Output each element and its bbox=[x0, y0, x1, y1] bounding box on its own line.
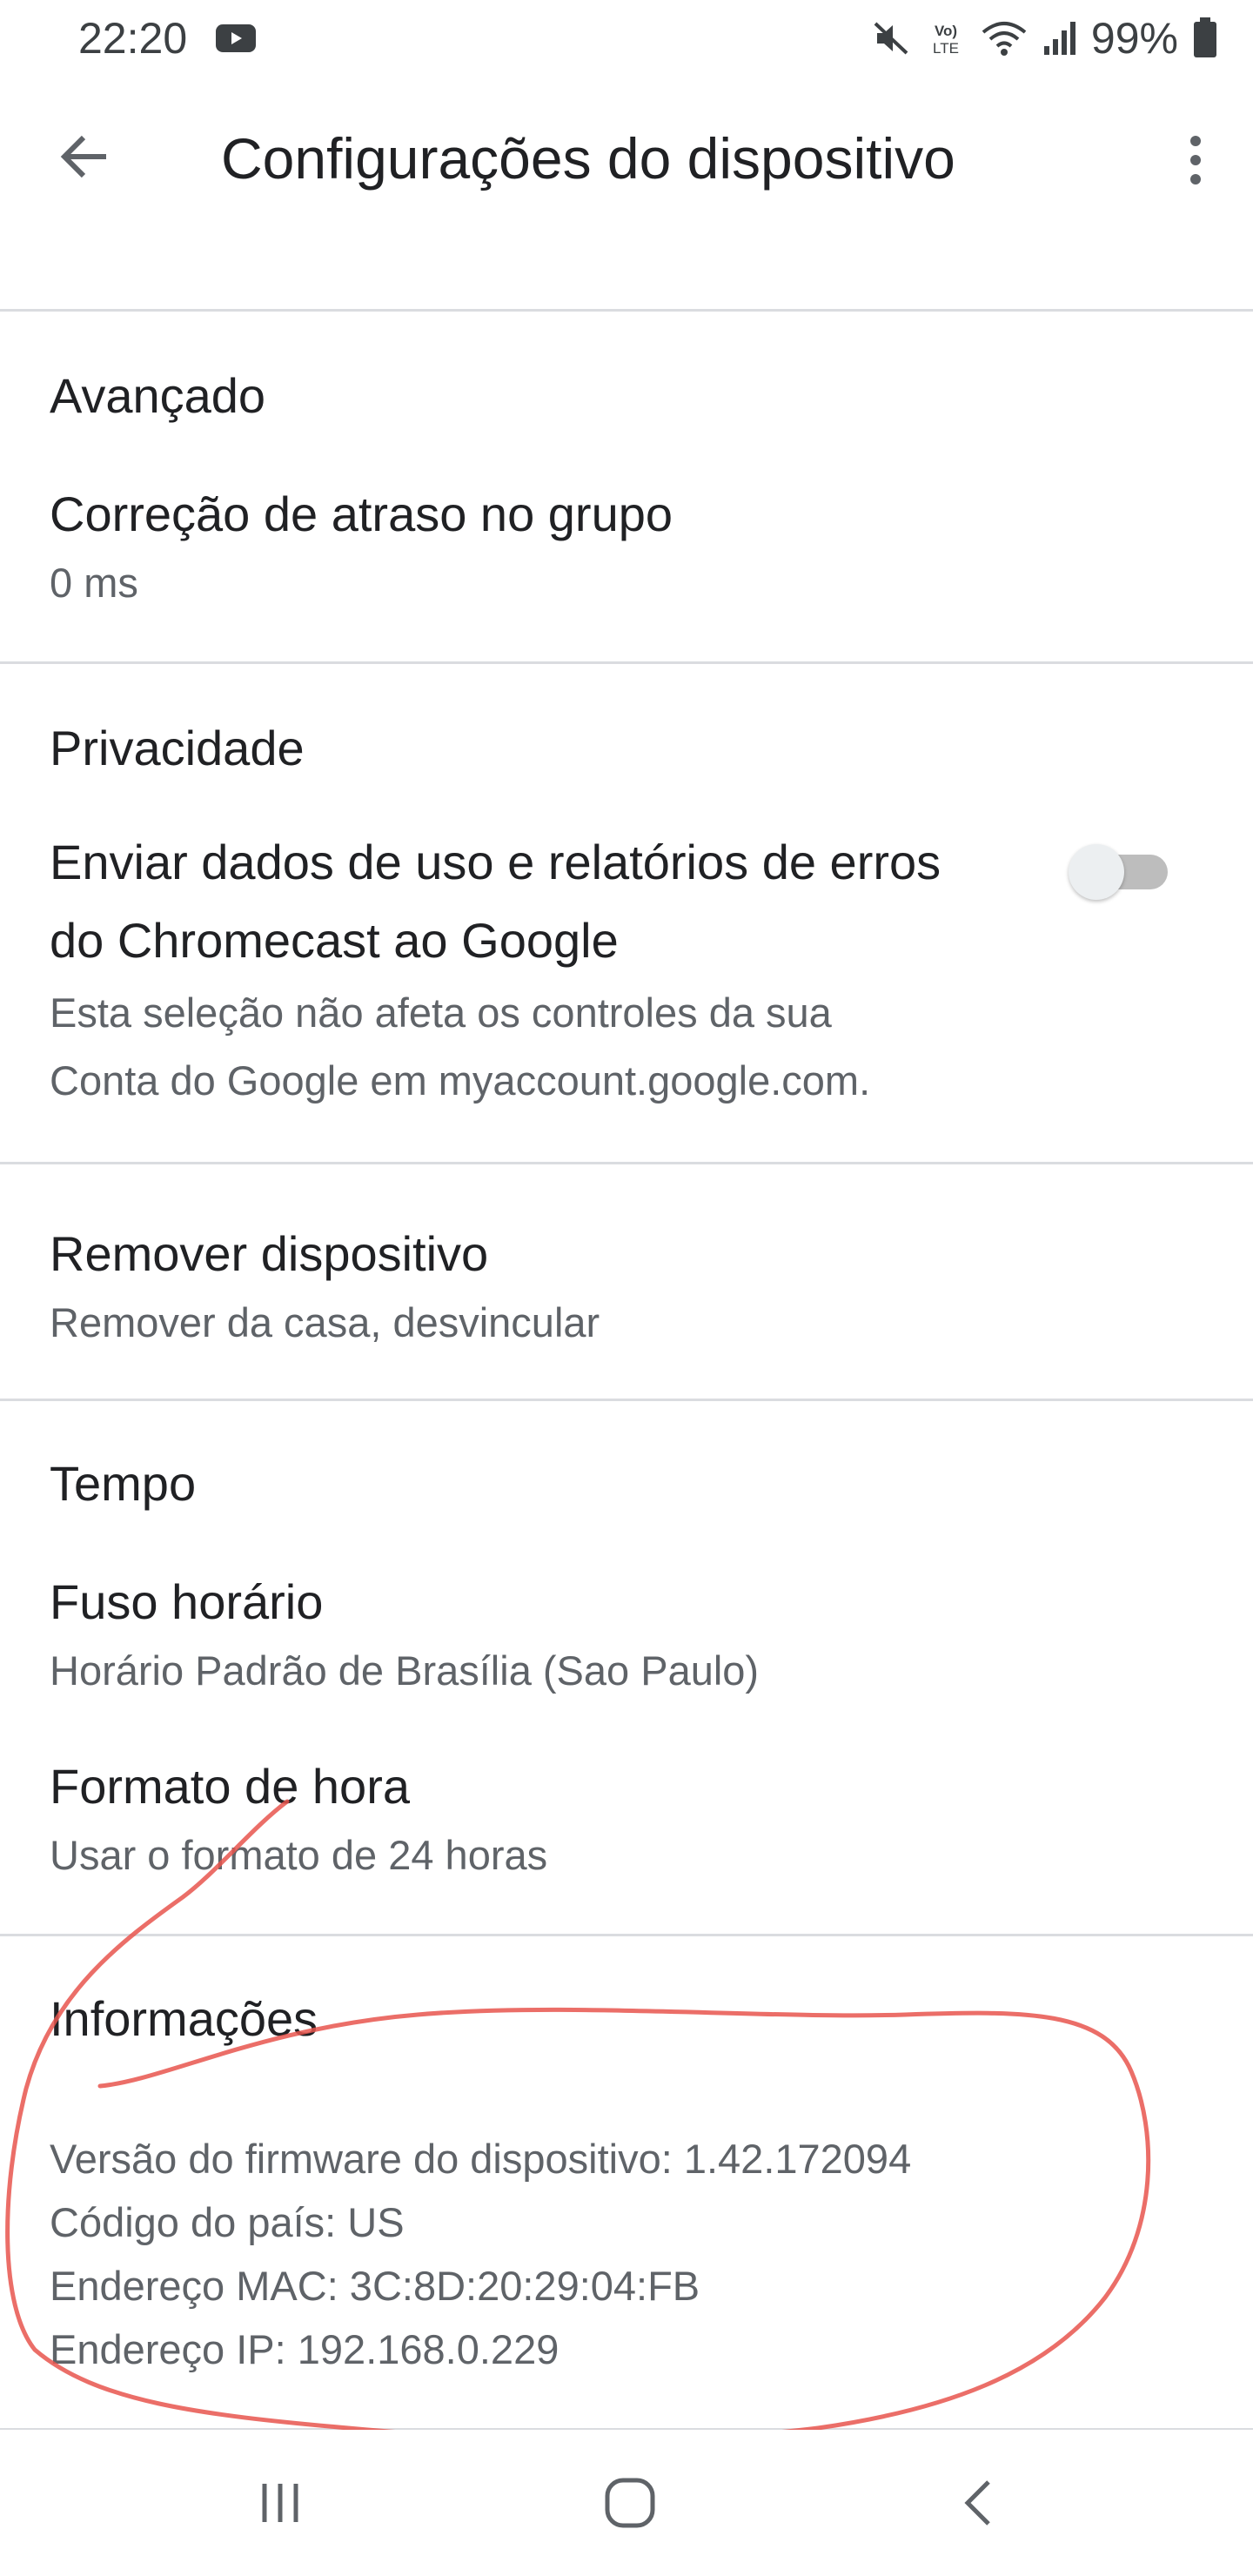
signal-icon bbox=[1043, 22, 1075, 55]
more-vert-icon bbox=[1190, 136, 1201, 184]
mac-address: Endereço MAC: 3C:8D:20:29:04:FB bbox=[50, 2263, 700, 2309]
section-header-advanced: Avançado bbox=[50, 368, 266, 423]
group-delay-setting[interactable]: Correção de atraso no grupo 0 ms bbox=[0, 470, 1253, 661]
mute-icon bbox=[874, 22, 908, 55]
usage-reports-sub-line1: Esta seleção não afeta os controles da s… bbox=[50, 989, 832, 1036]
home-button[interactable] bbox=[578, 2459, 682, 2546]
volte-icon: Vo) LTE bbox=[933, 23, 959, 57]
status-bar: 22:20 Vo) LTE 99% bbox=[0, 0, 1253, 78]
usage-reports-setting[interactable]: Enviar dados de uso e relatórios de erro… bbox=[0, 818, 1253, 1157]
more-options-button[interactable] bbox=[1168, 118, 1223, 202]
country-code: Código do país: US bbox=[50, 2199, 405, 2245]
divider bbox=[0, 309, 1253, 312]
divider bbox=[0, 661, 1253, 664]
youtube-icon bbox=[216, 24, 256, 52]
time-format-title: Formato de hora bbox=[50, 1759, 410, 1814]
back-nav-icon bbox=[964, 2480, 990, 2526]
status-time: 22:20 bbox=[78, 14, 188, 63]
back-nav-button[interactable] bbox=[928, 2459, 1032, 2546]
usage-reports-title-line1: Enviar dados de uso e relatórios de erro… bbox=[50, 835, 941, 889]
toggle-thumb bbox=[1069, 844, 1124, 900]
wifi-icon bbox=[982, 22, 1027, 56]
time-format-value: Usar o formato de 24 horas bbox=[50, 1832, 548, 1878]
divider bbox=[0, 1934, 1253, 1936]
timezone-title: Fuso horário bbox=[50, 1574, 324, 1629]
device-settings-screen: 22:20 Vo) LTE 99% Configurações do dispo… bbox=[0, 0, 1253, 2576]
system-nav-bar bbox=[0, 2430, 1253, 2576]
recents-icon bbox=[262, 2484, 298, 2522]
divider bbox=[0, 1399, 1253, 1401]
usage-reports-sub-line2: Conta do Google em myaccount.google.com. bbox=[50, 1057, 871, 1104]
time-format-setting[interactable]: Formato de hora Usar o formato de 24 hor… bbox=[0, 1742, 1253, 1916]
remove-device-sub: Remover da casa, desvincular bbox=[50, 1299, 600, 1345]
battery-icon bbox=[1194, 17, 1216, 57]
timezone-setting[interactable]: Fuso horário Horário Padrão de Brasília … bbox=[0, 1558, 1253, 1723]
usage-reports-toggle[interactable] bbox=[1069, 844, 1171, 900]
back-button[interactable] bbox=[44, 115, 127, 198]
remove-device-setting[interactable]: Remover dispositivo Remover da casa, des… bbox=[0, 1210, 1253, 1397]
svg-text:Vo): Vo) bbox=[935, 23, 957, 39]
arrow-back-icon bbox=[60, 135, 106, 178]
home-icon bbox=[605, 2478, 655, 2528]
battery-percent: 99% bbox=[1090, 14, 1178, 63]
section-header-info: Informações bbox=[50, 1991, 318, 2046]
ip-address: Endereço IP: 192.168.0.229 bbox=[50, 2326, 559, 2372]
usage-reports-title-line2: do Chromecast ao Google bbox=[50, 913, 619, 968]
status-icons: Vo) LTE 99% bbox=[872, 12, 1218, 64]
group-delay-value: 0 ms bbox=[50, 560, 138, 606]
svg-text:LTE: LTE bbox=[933, 40, 959, 57]
remove-device-title: Remover dispositivo bbox=[50, 1226, 489, 1281]
app-bar: Configurações do dispositivo bbox=[0, 78, 1253, 231]
section-header-privacy: Privacidade bbox=[50, 721, 305, 775]
section-header-time: Tempo bbox=[50, 1456, 197, 1511]
timezone-value: Horário Padrão de Brasília (Sao Paulo) bbox=[50, 1647, 760, 1694]
firmware-version: Versão do firmware do dispositivo: 1.42.… bbox=[50, 2136, 912, 2182]
page-title: Configurações do dispositivo bbox=[221, 126, 955, 191]
recents-button[interactable] bbox=[228, 2459, 332, 2546]
divider bbox=[0, 1162, 1253, 1164]
group-delay-title: Correção de atraso no grupo bbox=[50, 486, 673, 541]
